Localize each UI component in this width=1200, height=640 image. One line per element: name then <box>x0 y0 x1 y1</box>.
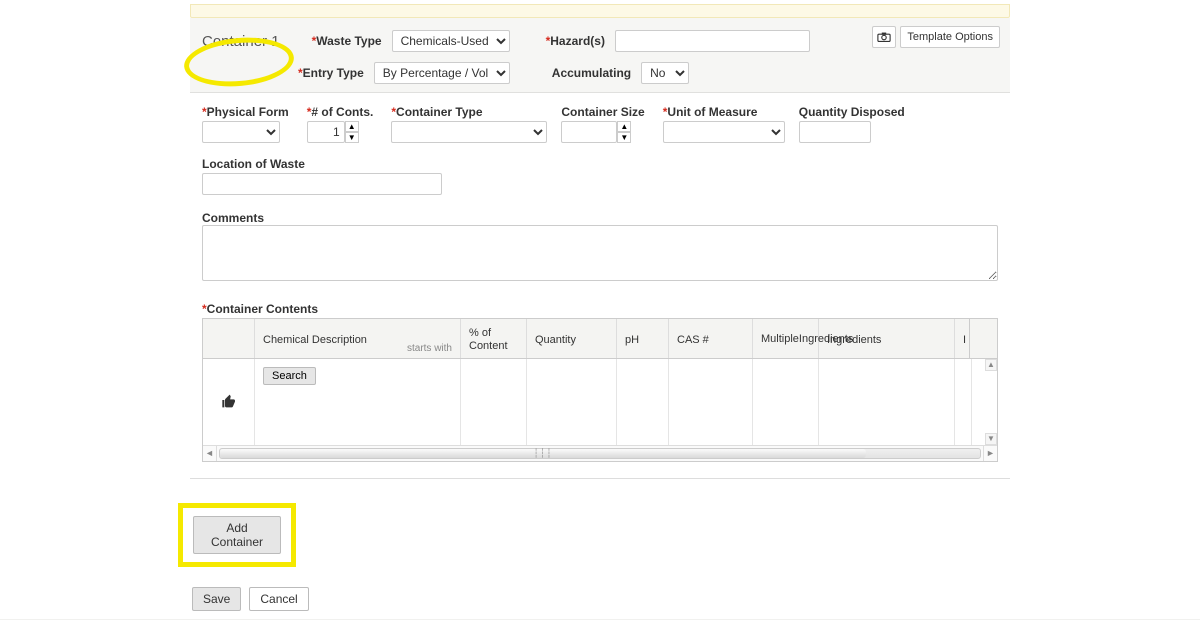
scroll-down-arrow[interactable]: ▼ <box>985 433 997 445</box>
container-body: *Physical Form *# of Conts. ▲ ▼ *Contain… <box>190 93 1010 478</box>
scroll-thumb[interactable]: ┆┆┆ <box>220 449 866 458</box>
entry-type-label: *Entry Type <box>298 66 364 80</box>
container-header: Container 1 *Waste Type Chemicals-Used *… <box>190 18 1010 93</box>
num-conts-input[interactable] <box>307 121 345 143</box>
add-container-button[interactable]: Add Container <box>193 516 281 554</box>
scroll-right-arrow[interactable]: ► <box>983 446 997 461</box>
location-input[interactable] <box>202 173 442 195</box>
comments-textarea[interactable] <box>202 225 998 281</box>
scroll-track[interactable]: ┆┆┆ <box>219 448 981 459</box>
horizontal-scrollbar[interactable]: ◄ ┆┆┆ ► <box>203 445 997 461</box>
waste-type-label: *Waste Type <box>312 34 382 48</box>
search-button[interactable]: Search <box>263 367 316 385</box>
entry-type-select[interactable]: By Percentage / Volume <box>374 62 510 84</box>
accumulating-label: Accumulating <box>552 66 631 80</box>
container-size-input[interactable] <box>561 121 617 143</box>
num-conts-up[interactable]: ▲ <box>345 121 359 132</box>
cancel-button[interactable]: Cancel <box>249 587 308 611</box>
add-container-highlight: Add Container <box>178 503 296 567</box>
contents-table: Chemical Description starts with % ofCon… <box>202 318 998 462</box>
table-row: Search <box>203 359 997 445</box>
th-pct-content[interactable]: % ofContent <box>461 319 527 358</box>
comments-label: Comments <box>202 211 994 225</box>
num-conts-down[interactable]: ▼ <box>345 132 359 143</box>
template-options-button[interactable]: Template Options <box>900 26 1000 48</box>
th-cas[interactable]: CAS # <box>669 319 753 358</box>
container-type-label: *Container Type <box>391 105 543 119</box>
num-conts-label: *# of Conts. <box>307 105 374 119</box>
footer-divider <box>0 619 1200 620</box>
location-label: Location of Waste <box>202 157 994 171</box>
container-size-up[interactable]: ▲ <box>617 121 631 132</box>
container-title: Container 1 <box>202 33 280 50</box>
th-multiple-ingredients[interactable]: MultipleIngredients <box>753 319 819 358</box>
starts-with-hint: starts with <box>407 343 452 354</box>
container-size-label: Container Size <box>561 105 644 119</box>
th-chemical-description[interactable]: Chemical Description starts with <box>255 319 461 358</box>
th-ingredients[interactable]: Ingredients <box>819 319 955 358</box>
save-button[interactable]: Save <box>192 587 241 611</box>
physical-form-label: *Physical Form <box>202 105 289 119</box>
hazards-input[interactable] <box>615 30 810 52</box>
table-header-row: Chemical Description starts with % ofCon… <box>203 319 997 359</box>
notice-bar <box>190 4 1010 18</box>
th-ph[interactable]: pH <box>617 319 669 358</box>
thumbs-up-icon[interactable] <box>221 394 237 410</box>
camera-button[interactable] <box>872 26 896 48</box>
camera-icon <box>877 32 891 42</box>
th-quantity[interactable]: Quantity <box>527 319 617 358</box>
accumulating-select[interactable]: No <box>641 62 689 84</box>
vertical-scrollbar[interactable]: ▲ ▼ <box>985 359 997 445</box>
uom-label: *Unit of Measure <box>663 105 781 119</box>
physical-form-select[interactable] <box>202 121 280 143</box>
th-extra[interactable]: I <box>955 319 970 358</box>
container-section: Container 1 *Waste Type Chemicals-Used *… <box>190 18 1010 479</box>
container-type-select[interactable] <box>391 121 547 143</box>
hazards-label: *Hazard(s) <box>546 34 605 48</box>
qty-disposed-label: Quantity Disposed <box>799 105 905 119</box>
waste-type-select[interactable]: Chemicals-Used <box>392 30 510 52</box>
th-icon <box>203 319 255 358</box>
qty-disposed-input <box>799 121 871 143</box>
uom-select[interactable] <box>663 121 785 143</box>
scroll-left-arrow[interactable]: ◄ <box>203 446 217 461</box>
scroll-up-arrow[interactable]: ▲ <box>985 359 997 371</box>
container-contents-label: *Container Contents <box>202 302 318 316</box>
container-size-down[interactable]: ▼ <box>617 132 631 143</box>
